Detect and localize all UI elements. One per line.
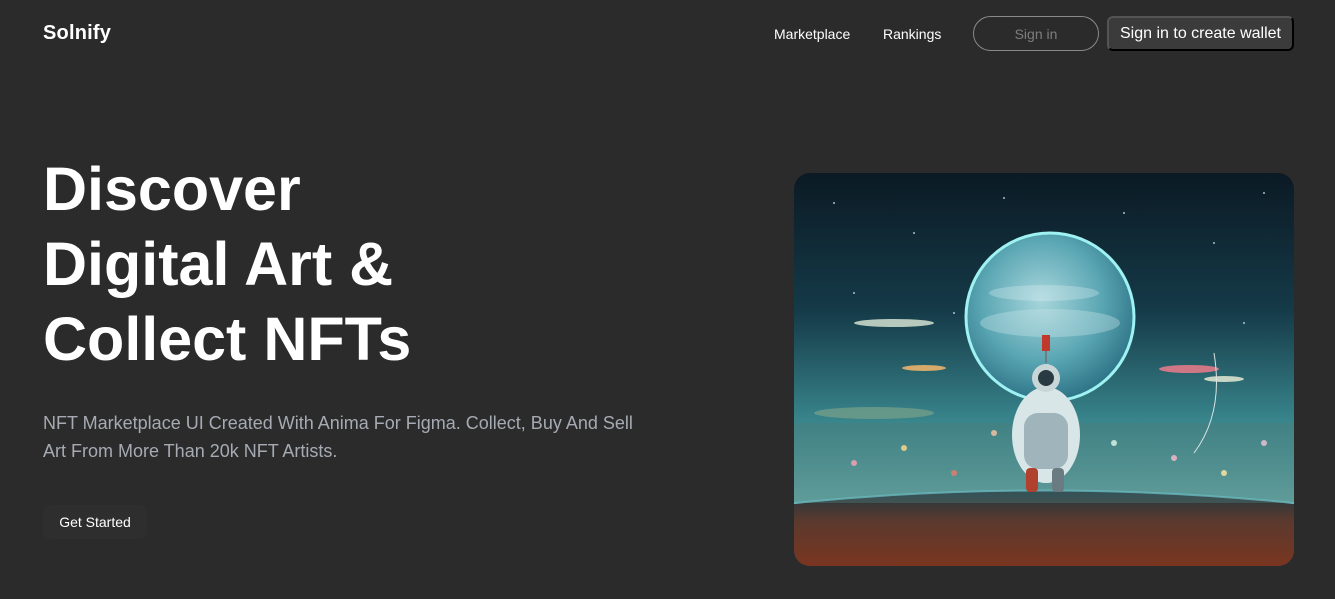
brand-logo[interactable]: Solnify: [43, 22, 111, 45]
create-wallet-button[interactable]: Sign in to create wallet: [1107, 16, 1294, 51]
sign-in-button[interactable]: Sign in: [973, 16, 1099, 51]
hero-artwork-image: [794, 173, 1294, 566]
hero-title-line-3: Collect NFTs: [43, 305, 412, 373]
hero-title-line-2: Digital Art &: [43, 230, 394, 298]
hero-title-line-1: Discover: [43, 155, 301, 223]
nav-link-rankings[interactable]: Rankings: [883, 26, 941, 42]
hero-title: Discover Digital Art & Collect NFTs: [43, 152, 411, 377]
hero-subtitle: NFT Marketplace UI Created With Anima Fo…: [43, 413, 633, 461]
nav-link-marketplace[interactable]: Marketplace: [774, 26, 850, 42]
get-started-button[interactable]: Get Started: [43, 505, 147, 539]
landing-page: Solnify Marketplace Rankings Sign in Sig…: [0, 0, 1335, 599]
